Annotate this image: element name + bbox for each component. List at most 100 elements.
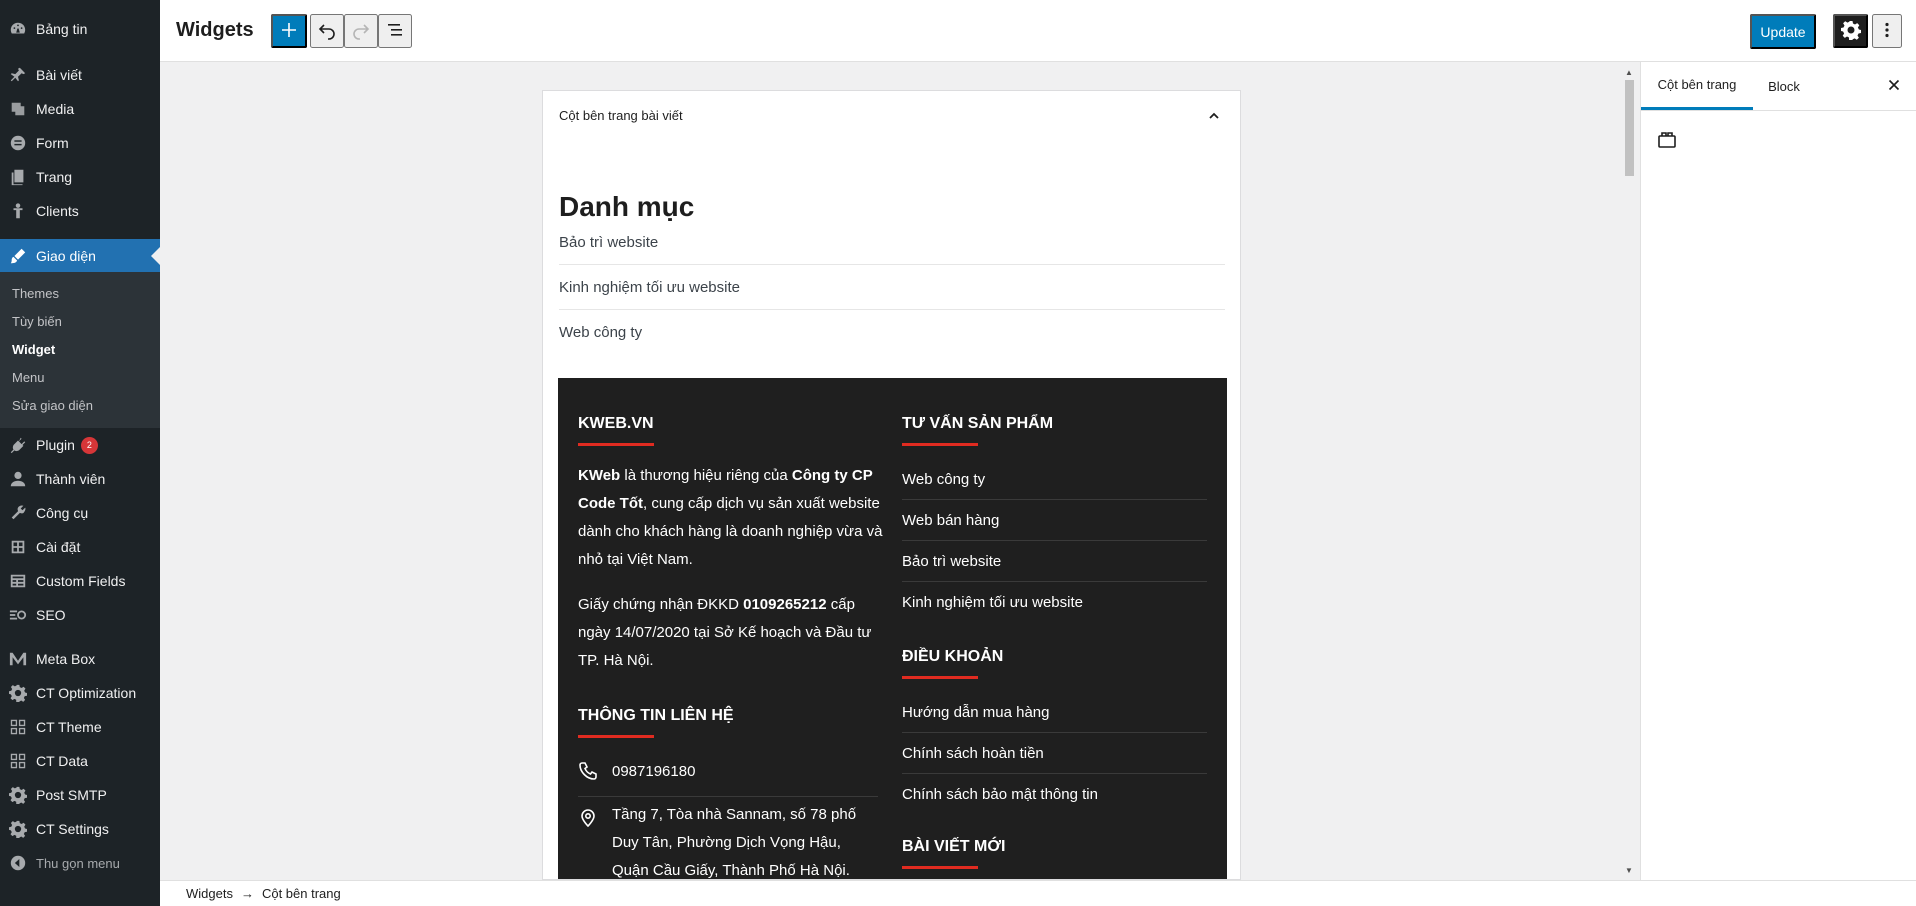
sidebar-item-ct-theme[interactable]: CT Theme xyxy=(0,710,160,744)
sidebar-item-label: Công cụ xyxy=(36,505,89,521)
sidebar-item-label: CT Settings xyxy=(36,821,109,837)
redo-icon xyxy=(351,20,371,43)
category-divider xyxy=(559,309,1225,310)
sidebar-item-label: CT Data xyxy=(36,753,88,769)
submenu-themes[interactable]: Themes xyxy=(12,286,59,301)
settings-sidebar: Cột bên trang Block xyxy=(1640,62,1916,880)
title-underline xyxy=(902,443,978,446)
terms-link[interactable]: Hướng dẫn mua hàng xyxy=(902,704,1049,721)
scroll-up-arrow-icon[interactable]: ▲ xyxy=(1625,68,1633,77)
sidebar-item-meta-box[interactable]: Meta Box xyxy=(0,642,160,676)
sidebar-item-tools[interactable]: Công cụ xyxy=(0,496,160,530)
sidebar-item-users[interactable]: Thành viên xyxy=(0,462,160,496)
title-underline xyxy=(902,676,978,679)
sidebar-item-label: Plugin xyxy=(36,437,75,453)
category-link[interactable]: Bảo trì website xyxy=(559,234,1225,251)
link-divider xyxy=(902,499,1207,500)
submenu-menu[interactable]: Menu xyxy=(12,370,45,385)
sidebar-item-settings[interactable]: Cài đặt xyxy=(0,530,160,564)
brush-icon xyxy=(0,247,36,265)
about-paragraph: KWeb là thương hiệu riêng của Công ty CP… xyxy=(578,462,888,574)
chevron-up-icon xyxy=(1204,112,1224,129)
category-link[interactable]: Web công ty xyxy=(559,324,1225,341)
undo-button[interactable] xyxy=(310,14,344,48)
sidebar-item-post-smtp[interactable]: Post SMTP xyxy=(0,778,160,812)
sidebar-item-seo[interactable]: SEO xyxy=(0,598,160,632)
sidebar-item-label: Clients xyxy=(36,203,79,219)
sidebar-item-custom-fields[interactable]: Custom Fields xyxy=(0,564,160,598)
sidebar-item-form[interactable]: Form xyxy=(0,126,160,160)
sidebar-item-label: Bài viết xyxy=(36,67,82,83)
sidebar-item-posts[interactable]: Bài viết xyxy=(0,58,160,92)
title-underline xyxy=(902,866,978,869)
wrench-icon xyxy=(0,504,36,522)
terms-link[interactable]: Chính sách bảo mật thông tin xyxy=(902,786,1098,803)
settings-tabs-divider xyxy=(1641,110,1916,111)
sidebar-item-label: CT Theme xyxy=(36,719,102,735)
sidebar-item-appearance[interactable]: Giao diện xyxy=(0,239,160,273)
redo-button[interactable] xyxy=(344,14,378,48)
title-underline xyxy=(578,443,654,446)
link-divider xyxy=(902,581,1207,582)
breadcrumb-root[interactable]: Widgets xyxy=(186,886,233,901)
sidebar-item-label: Post SMTP xyxy=(36,787,107,803)
sidebar-item-ct-data[interactable]: CT Data xyxy=(0,744,160,778)
close-settings-button[interactable] xyxy=(1882,74,1906,98)
collapse-arrow-icon xyxy=(0,854,36,872)
gear-icon xyxy=(0,684,36,702)
contact-phone-link[interactable]: 0987196180 xyxy=(612,763,695,780)
tab-widget-area[interactable]: Cột bên trang xyxy=(1641,62,1753,110)
product-link[interactable]: Web bán hàng xyxy=(902,512,999,529)
collapse-menu-button[interactable]: Thu gọn menu xyxy=(0,846,160,880)
block-breadcrumb: Widgets → Cột bên trang xyxy=(160,880,1916,906)
products-title: TƯ VẤN SẢN PHẨM xyxy=(902,415,1054,432)
widget-area-title: Cột bên trang bài viết xyxy=(559,108,683,123)
sidebar-item-clients[interactable]: Clients xyxy=(0,194,160,228)
link-divider xyxy=(902,732,1207,733)
breadcrumb-current: Cột bên trang xyxy=(261,886,341,901)
title-underline xyxy=(578,735,654,738)
more-options-button[interactable] xyxy=(1872,14,1902,48)
product-link[interactable]: Kinh nghiệm tối ưu website xyxy=(902,594,1083,611)
sidebar-item-label: Custom Fields xyxy=(36,573,126,589)
widget-area-collapse-button[interactable] xyxy=(1204,106,1224,126)
list-view-button[interactable] xyxy=(378,14,412,48)
category-link[interactable]: Kinh nghiệm tối ưu website xyxy=(559,279,1225,296)
add-block-button[interactable] xyxy=(271,14,307,48)
tab-block[interactable]: Block xyxy=(1753,62,1815,110)
license-number: 0109265212 xyxy=(743,596,827,613)
about-text: là thương hiệu riêng của xyxy=(620,467,792,484)
list-view-icon xyxy=(385,20,405,43)
sidebar-item-pages[interactable]: Trang xyxy=(0,160,160,194)
page-icon xyxy=(0,168,36,186)
metabox-icon xyxy=(0,650,36,668)
sidebar-item-dashboard[interactable]: Bảng tin xyxy=(0,12,160,46)
person-icon xyxy=(0,202,36,220)
settings-icon xyxy=(0,538,36,556)
product-link[interactable]: Web công ty xyxy=(902,471,985,488)
sidebar-item-ct-settings[interactable]: CT Settings xyxy=(0,812,160,846)
pin-icon xyxy=(0,66,36,84)
collapse-menu-label: Thu gọn menu xyxy=(36,855,120,871)
editor-header: Widgets Update xyxy=(160,0,1916,62)
footer-widget-preview[interactable]: KWEB.VN KWeb là thương hiệu riêng của Cô… xyxy=(558,378,1227,879)
widget-area-panel[interactable]: Cột bên trang bài viết Danh mục Bảo trì … xyxy=(542,90,1241,880)
canvas-scrollbar-thumb[interactable] xyxy=(1625,80,1634,176)
phone-icon xyxy=(578,761,598,781)
sidebar-item-label: Form xyxy=(36,135,69,151)
submenu-widget[interactable]: Widget xyxy=(12,342,55,357)
sidebar-item-plugins[interactable]: Plugin 2 xyxy=(0,428,160,462)
terms-link[interactable]: Chính sách hoàn tiền xyxy=(902,745,1044,762)
contact-divider xyxy=(578,796,878,797)
scroll-down-arrow-icon[interactable]: ▼ xyxy=(1625,866,1633,875)
update-button[interactable]: Update xyxy=(1750,14,1816,49)
media-icon xyxy=(0,100,36,118)
product-link[interactable]: Bảo trì website xyxy=(902,553,1001,570)
submenu-customize[interactable]: Tùy biến xyxy=(12,314,62,329)
submenu-theme-editor[interactable]: Sửa giao diện xyxy=(12,398,93,413)
settings-toggle-button[interactable] xyxy=(1833,14,1868,48)
sidebar-item-label: Trang xyxy=(36,169,73,185)
sidebar-item-media[interactable]: Media xyxy=(0,92,160,126)
license-paragraph: Giấy chứng nhận ĐKKD 0109265212 cấp ngày… xyxy=(578,591,888,675)
sidebar-item-ct-optimization[interactable]: CT Optimization xyxy=(0,676,160,710)
